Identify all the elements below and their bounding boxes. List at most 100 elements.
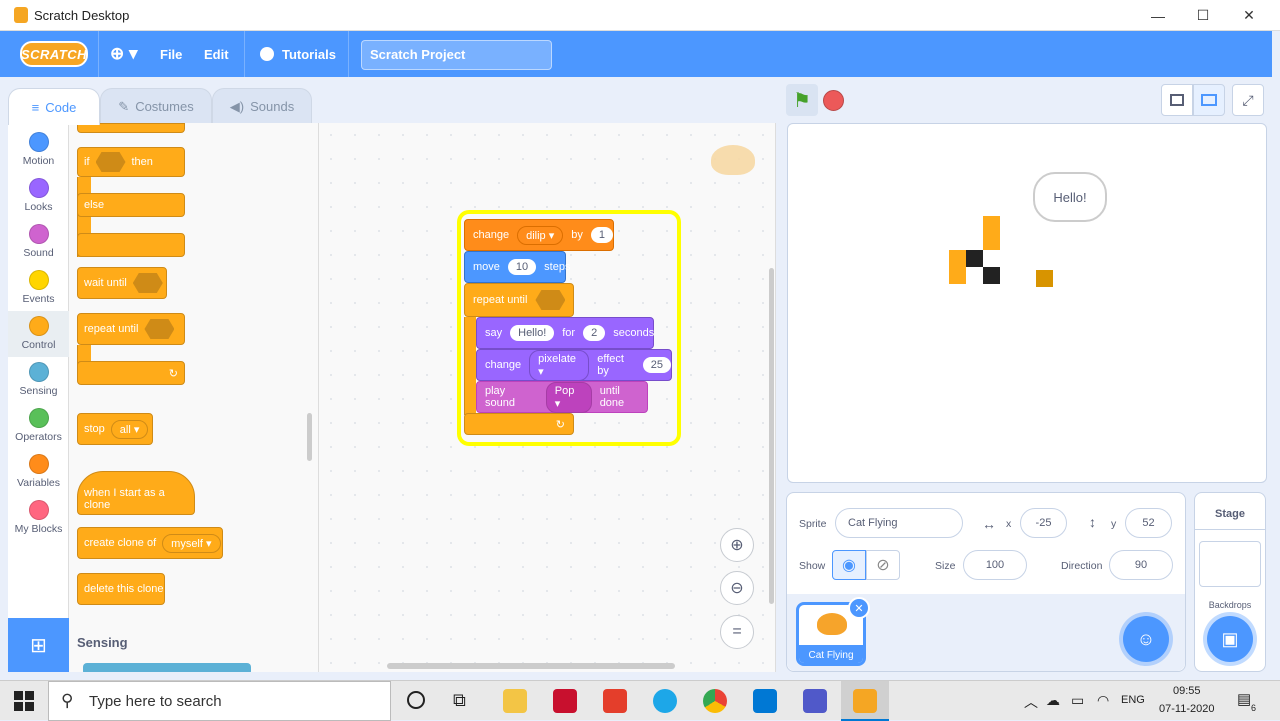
block-change-variable[interactable]: change dilip ▾ by 1 [464,219,614,251]
block-change-effect[interactable]: change pixelate ▾ effect by 25 [476,349,672,381]
category-sound[interactable]: Sound [8,219,69,265]
add-sprite-cat-icon: ☺ [1136,628,1156,649]
cortana-icon[interactable] [407,691,425,709]
block-partial-sensing[interactable] [83,663,251,672]
edge-icon[interactable] [653,689,677,713]
category-variables[interactable]: Variables [8,449,69,495]
tutorials-button[interactable]: Tutorials [260,31,336,77]
hide-sprite-button[interactable]: ⊘ [866,550,900,580]
clock-time[interactable]: 09:55 [1173,685,1201,697]
language-globe-icon[interactable]: ⊕ ▾ [110,31,138,77]
block-repeat-end[interactable]: ↻ [77,361,185,385]
boolean-slot[interactable] [144,319,175,339]
edit-menu[interactable]: Edit [204,31,229,77]
task-view-icon[interactable]: ⧉ [453,690,466,711]
block-play-sound-until-done[interactable]: play sound Pop ▾ until done [476,381,648,413]
choose-sprite-button[interactable]: ☺ [1123,616,1169,662]
zoom-out-button[interactable]: ⊖ [720,571,754,605]
category-motion[interactable]: Motion [8,127,69,173]
show-sprite-button[interactable]: ◉ [832,550,866,580]
onedrive-icon[interactable]: ☁ [1046,692,1060,709]
stage-selector-panel[interactable]: Stage Backdrops ▣ [1194,492,1266,672]
close-button[interactable]: ✕ [1226,0,1272,31]
stop-option-dropdown[interactable]: all ▾ [110,419,149,439]
block-repeat-until[interactable]: repeat until [77,313,185,345]
file-explorer-icon[interactable] [503,689,527,713]
block-if-then-else[interactable]: if then [77,147,185,177]
mcafee-icon[interactable] [553,689,577,713]
clone-option-dropdown[interactable]: myself ▾ [162,533,221,553]
script-area[interactable]: change dilip ▾ by 1 move 10 steps repeat… [319,123,776,672]
block-if-end[interactable] [77,233,185,257]
zoom-in-button[interactable]: ⊕ [720,528,754,562]
battery-icon[interactable]: ▭ [1071,692,1084,709]
block-repeat-until[interactable]: repeat until [464,283,574,317]
tab-code[interactable]: ≡ Code [8,88,100,125]
seconds-input[interactable]: 2 [583,325,606,341]
stage-thumbnail[interactable] [1199,541,1261,587]
size-input[interactable]: 100 [963,550,1027,580]
vertical-scrollbar[interactable] [769,268,774,604]
taskbar-search-input[interactable]: ⚲ Type here to search [48,681,391,721]
category-sensing[interactable]: Sensing [8,357,69,403]
scratch-taskbar-button[interactable] [841,681,889,721]
category-events[interactable]: Events [8,265,69,311]
effect-value-input[interactable]: 25 [642,357,671,373]
x-position-input[interactable]: -25 [1020,508,1067,538]
category-control[interactable]: Control [8,311,69,357]
effect-dropdown[interactable]: pixelate ▾ [529,349,590,381]
block-when-clone[interactable]: when I start as a clone [77,471,195,515]
wifi-icon[interactable]: ◠ [1097,692,1109,709]
delete-sprite-button[interactable]: ✕ [848,597,870,619]
maximize-button[interactable]: ☐ [1180,0,1226,31]
chrome-icon[interactable] [703,689,727,713]
stop-button[interactable] [823,90,844,111]
zoom-reset-button[interactable]: = [720,615,754,649]
block-say-for-seconds[interactable]: say Hello! for 2 seconds [476,317,654,349]
y-position-input[interactable]: 52 [1125,508,1172,538]
outlook-icon[interactable] [753,689,777,713]
minimize-button[interactable]: — [1135,0,1181,31]
notification-icon[interactable]: ▤ [1237,690,1251,708]
sound-dropdown[interactable]: Pop ▾ [545,381,592,413]
block-wait-until[interactable]: wait until [77,267,167,299]
direction-input[interactable]: 90 [1109,550,1173,580]
scratch-logo[interactable]: SCRATCH [20,41,88,67]
boolean-slot[interactable] [132,273,163,293]
green-flag-button[interactable]: ⚑ [786,84,818,116]
tab-sounds[interactable]: ◀) Sounds [212,88,312,124]
teams-icon[interactable] [803,689,827,713]
variable-dropdown[interactable]: dilip ▾ [517,225,564,245]
block-create-clone[interactable]: create clone of myself ▾ [77,527,223,559]
language-indicator[interactable]: ENG [1121,694,1145,706]
category-operators[interactable]: Operators [8,403,69,449]
large-stage-button[interactable] [1193,84,1225,116]
choose-backdrop-button[interactable]: ▣ [1207,616,1253,662]
boolean-slot[interactable] [535,290,566,310]
clock-date[interactable]: 07-11-2020 [1159,703,1214,715]
boolean-slot[interactable] [95,152,126,172]
show-label: Show [799,560,826,572]
stage-canvas[interactable]: Hello! [787,123,1267,483]
block-else[interactable]: else [77,193,185,217]
file-menu[interactable]: File [160,31,182,77]
office-icon[interactable] [603,689,627,713]
say-text-input[interactable]: Hello! [510,325,555,341]
tray-chevron-icon[interactable]: ︿ [1024,692,1038,712]
tab-costumes[interactable]: ✎ Costumes [100,88,212,124]
block-stop[interactable]: stop all ▾ [77,413,153,445]
change-by-input[interactable]: 1 [590,227,613,243]
horizontal-scrollbar[interactable] [387,663,675,669]
project-title-input[interactable]: Scratch Project [361,40,552,70]
palette-scrollbar[interactable] [307,413,312,461]
add-extension-button[interactable]: ⊞ [8,618,69,672]
steps-input[interactable]: 10 [507,259,537,275]
category-looks[interactable]: Looks [8,173,69,219]
category-my-blocks[interactable]: My Blocks [8,495,69,541]
sprite-name-input[interactable]: Cat Flying [835,508,963,538]
block-move-steps[interactable]: move 10 steps [464,251,570,283]
fullscreen-button[interactable]: ⤢ [1232,84,1264,116]
small-stage-button[interactable] [1161,84,1193,116]
windows-start-icon[interactable] [14,691,34,711]
block-delete-clone[interactable]: delete this clone [77,573,165,605]
